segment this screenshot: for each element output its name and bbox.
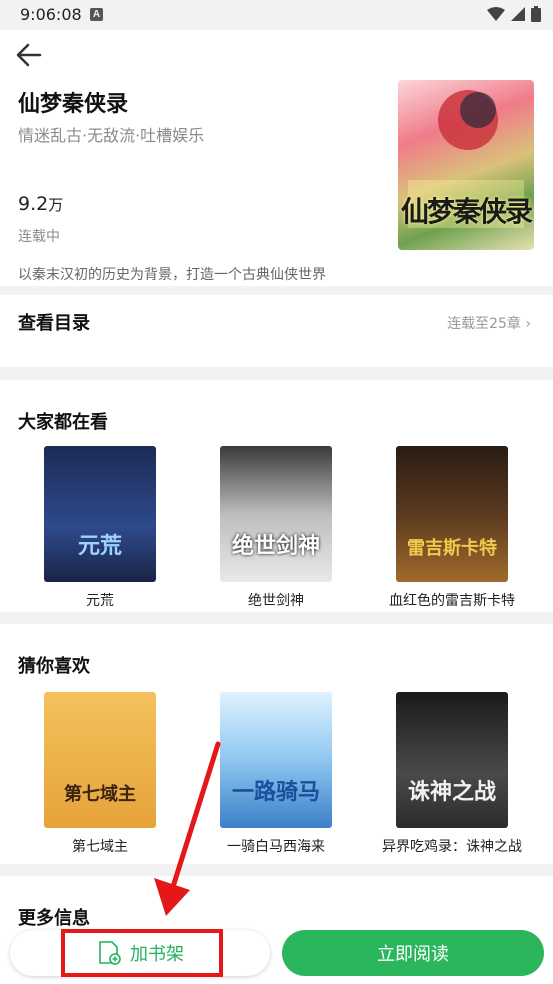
status-time: 9:06:08 [20,5,82,24]
catalog-row[interactable]: 查看目录 连载至25章 › [0,295,553,367]
count-number: 9.2 [18,193,49,215]
book-cover: 诛神之战 [396,692,508,828]
status-bar: 9:06:08 A [0,0,553,30]
cover-text: 雷吉斯卡特 [407,538,497,559]
book-name: 血红色的雷吉斯卡特 [389,593,515,609]
chevron-right-icon: › [525,316,531,332]
catalog-status: 连载至25章 › [447,313,531,333]
cover-text: 诛神之战 [407,779,496,805]
popular-section: 大家都在看 元荒 元荒 绝世剑神 绝世剑神 雷吉斯卡特 血红色的雷吉斯卡特 [0,380,553,612]
highlight-box [61,929,223,977]
book-name: 元荒 [86,593,114,609]
book-name: 异界吃鸡录：诛神之战 [382,839,522,855]
guess-section: 猜你喜欢 第七域主 第七域主 一路骑马 一骑白马西海来 诛神之战 异界吃鸡录：诛… [0,624,553,864]
signal-icon [511,7,525,21]
book-item[interactable]: 元荒 元荒 [30,446,170,610]
book-name: 绝世剑神 [248,593,304,609]
pointer-arrow [154,741,221,916]
book-word-count: 9.2万 [18,193,63,215]
book-tags: 情迷乱古·无敌流·吐槽娱乐 [18,126,205,145]
book-cover[interactable]: 仙梦秦侠录 [398,80,534,250]
book-item[interactable]: 雷吉斯卡特 血红色的雷吉斯卡特 [382,446,522,610]
catalog-label: 查看目录 [18,313,90,334]
cover-text: 元荒 [77,533,122,559]
book-title: 仙梦秦侠录 [18,92,129,117]
book-info-card: 仙梦秦侠录 情迷乱古·无敌流·吐槽娱乐 9.2万 连载中 以秦末汉初的历史为背景… [0,30,553,286]
cover-text: 绝世剑神 [231,533,320,559]
cover-title-text: 仙梦秦侠录 [400,195,533,228]
read-now-button[interactable]: 立即阅读 [282,930,544,976]
book-cover: 元荒 [44,446,156,582]
notification-icon: A [90,8,103,21]
book-status: 连载中 [18,229,60,245]
book-item[interactable]: 诛神之战 异界吃鸡录：诛神之战 [382,692,522,856]
status-icons [487,6,541,22]
count-unit: 万 [48,196,64,214]
book-item[interactable]: 绝世剑神 绝世剑神 [206,446,346,610]
wifi-icon [487,7,505,21]
book-cover: 绝世剑神 [220,446,332,582]
back-arrow-icon[interactable] [14,40,44,70]
book-description: 以秦末汉初的历史为背景，打造一个古典仙侠世界 [18,267,326,283]
section-title-popular: 大家都在看 [18,412,108,433]
read-now-label: 立即阅读 [377,944,449,965]
book-cover: 雷吉斯卡特 [396,446,508,582]
catalog-status-text: 连载至25章 [447,316,521,332]
battery-icon [531,6,541,22]
section-title-guess: 猜你喜欢 [18,656,90,677]
